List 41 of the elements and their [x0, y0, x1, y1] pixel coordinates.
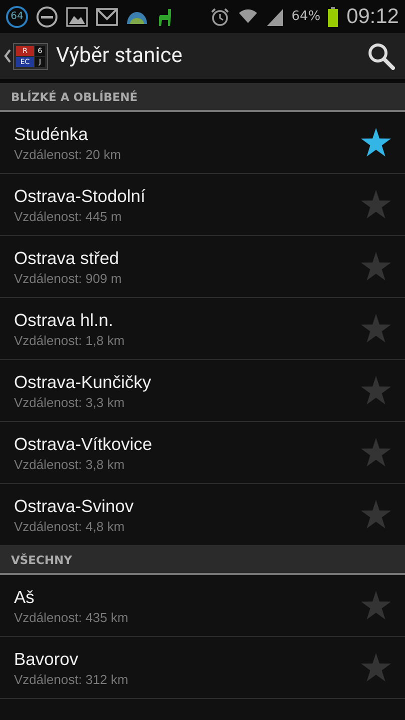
section-header: VŠECHNY [11, 552, 72, 566]
signal-icon [266, 8, 284, 26]
star-icon[interactable] [361, 653, 391, 682]
section-header: BLÍZKÉ A OBLÍBENÉ [11, 90, 138, 104]
mail-icon [96, 8, 118, 26]
back-icon[interactable] [4, 49, 11, 63]
station-distance: Vzdálenost: 4,8 km [14, 518, 126, 534]
station-distance: Vzdálenost: 312 km [14, 672, 130, 686]
station-distance: Vzdálenost: 445 m [14, 208, 123, 224]
star-icon[interactable] [361, 591, 391, 620]
star-icon[interactable] [361, 500, 391, 529]
alarm-icon [210, 6, 230, 26]
station-name[interactable]: Ostrava-Stodolní [14, 186, 361, 206]
station-name[interactable]: Ostrava-Svinov [14, 496, 361, 516]
image-icon [66, 6, 88, 26]
station-name[interactable]: Bavorov [14, 648, 361, 670]
station-name[interactable]: Ostrava střed [14, 248, 361, 268]
station-distance: Vzdálenost: 909 m [14, 270, 123, 286]
block-icon [36, 6, 58, 28]
star-icon[interactable] [361, 190, 391, 219]
station-name[interactable]: Studénka [14, 124, 361, 144]
station-name[interactable]: Ostrava-Kunčičky [14, 372, 361, 392]
clock: 09:12 [346, 4, 399, 28]
battery-icon [328, 6, 338, 26]
station-distance: Vzdálenost: 1,8 km [14, 332, 126, 348]
screen-title: Výběr stanice [56, 44, 184, 68]
station-distance: Vzdálenost: 435 km [14, 610, 130, 624]
star-icon[interactable] [361, 376, 391, 405]
star-icon[interactable] [361, 438, 391, 467]
station-distance: Vzdálenost: 3,8 km [14, 456, 126, 472]
battery-percentage: 64% [292, 9, 320, 24]
station-distance: Vzdálenost: 3,3 km [14, 394, 126, 410]
counter-badge: 64 [6, 6, 28, 28]
star-icon[interactable] [361, 128, 391, 157]
station-name[interactable]: Ostrava-Vítkovice [14, 434, 361, 454]
star-icon[interactable] [361, 252, 391, 281]
station-name[interactable]: Aš [14, 586, 361, 608]
search-icon[interactable] [367, 42, 395, 70]
station-distance: Vzdálenost: 20 km [14, 146, 122, 162]
station-name[interactable]: Ostrava hl.n. [14, 310, 361, 330]
star-icon[interactable] [361, 314, 391, 343]
